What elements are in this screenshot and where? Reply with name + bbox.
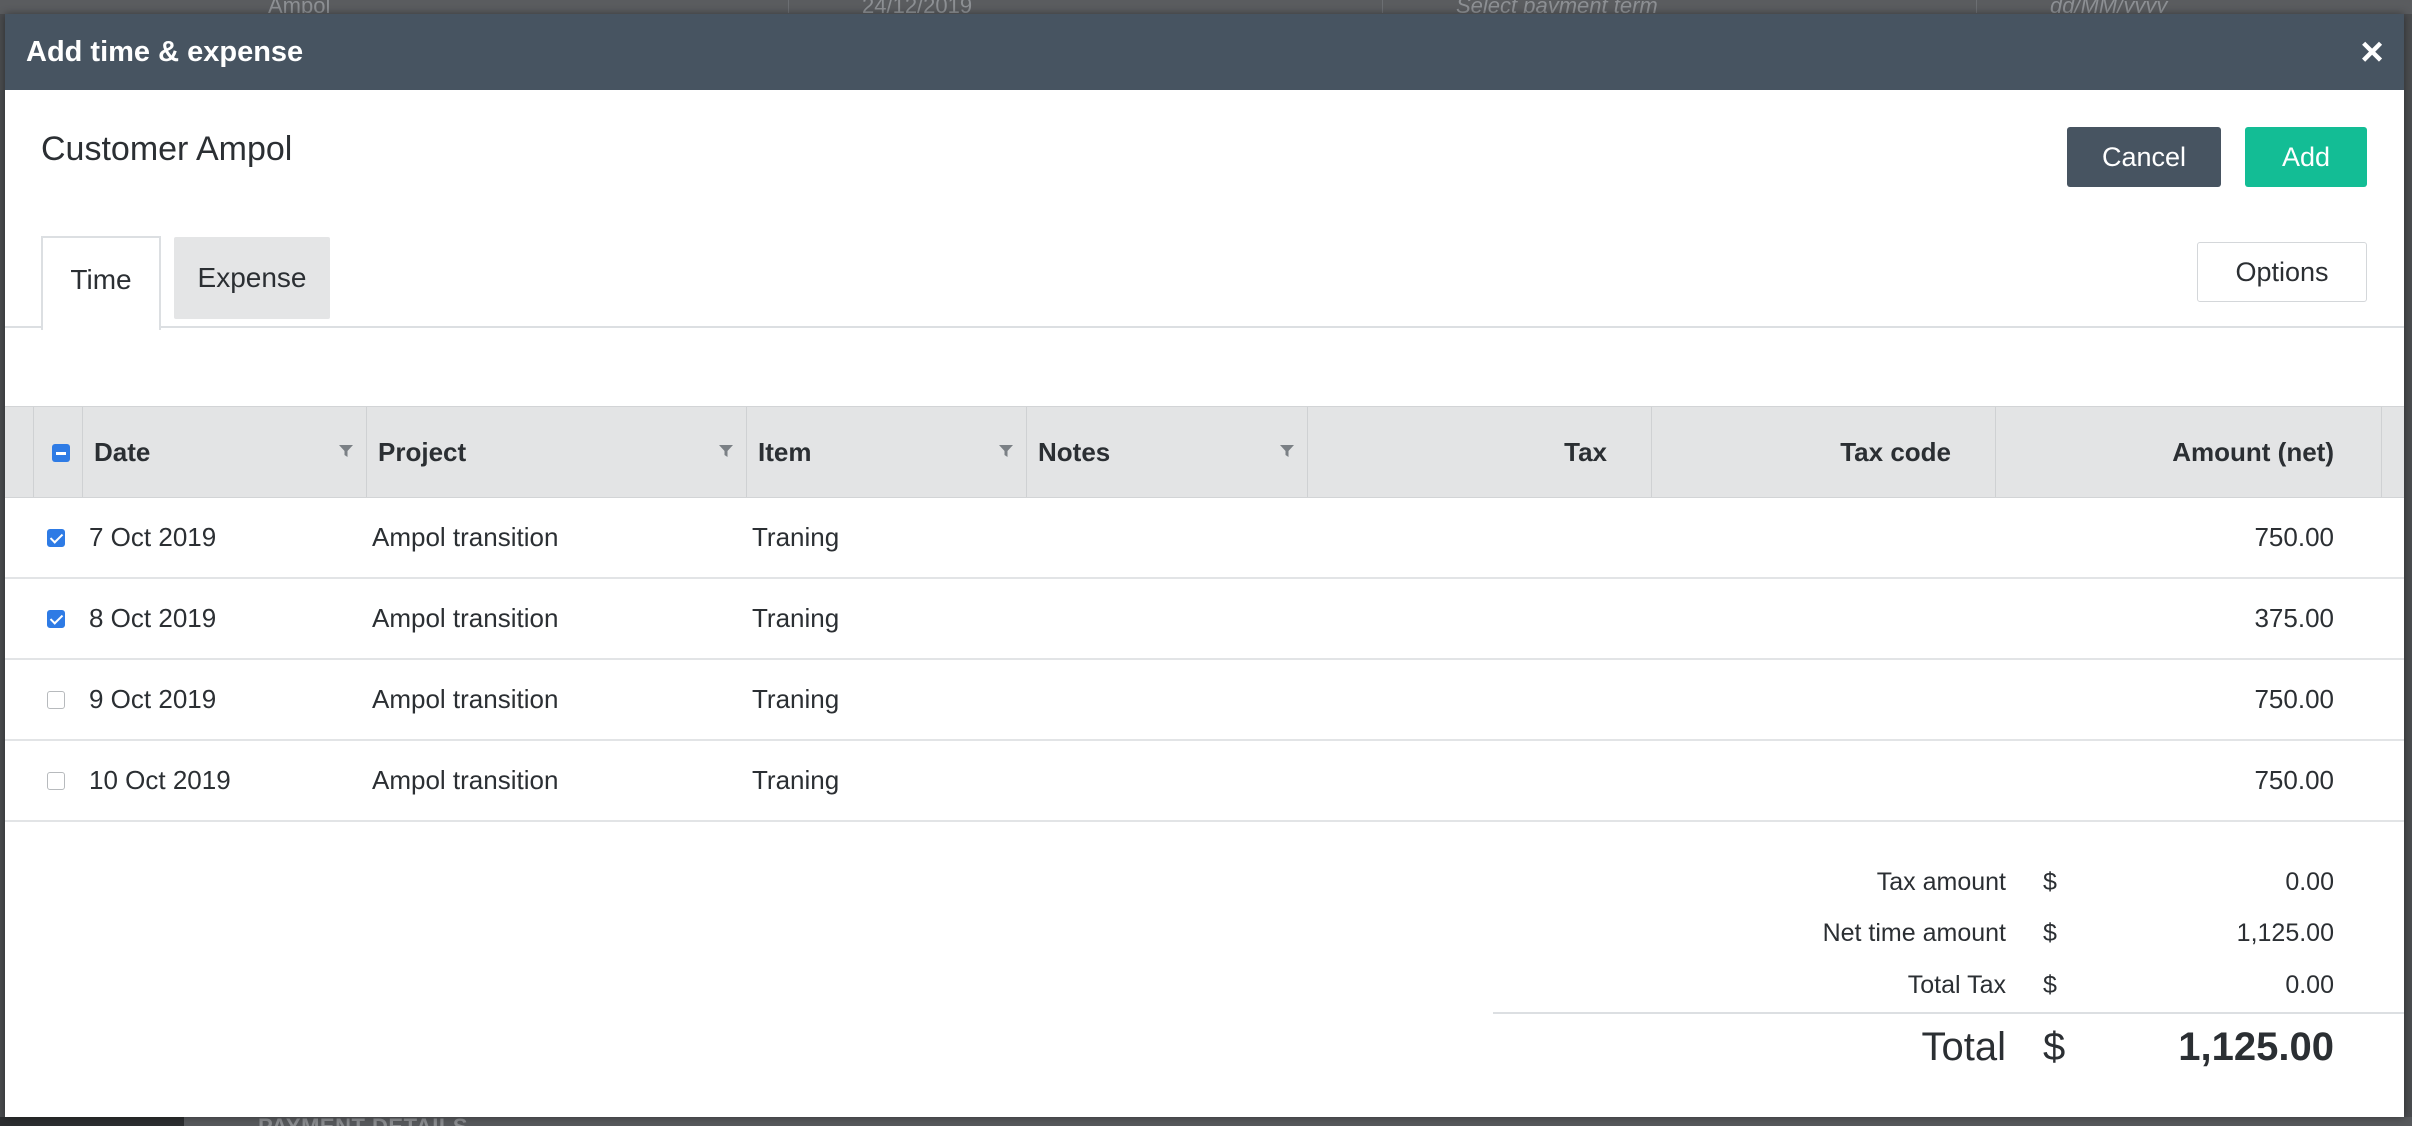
background-form-strip: Ampol 24/12/2019 Select payment term dd/…	[0, 0, 2412, 14]
table-row[interactable]: 9 Oct 2019 Ampol transition Traning 750.…	[5, 660, 2404, 741]
row-amount: 750.00	[2254, 765, 2334, 795]
table-row[interactable]: 8 Oct 2019 Ampol transition Traning 375.…	[5, 579, 2404, 660]
tab-time[interactable]: Time	[41, 236, 161, 330]
net-time-amount-value: 1,125.00	[2236, 919, 2334, 947]
total-tax-label: Total Tax	[1907, 971, 2006, 999]
table-row[interactable]: 10 Oct 2019 Ampol transition Traning 750…	[5, 741, 2404, 822]
column-header-date[interactable]: Date	[83, 407, 367, 497]
column-header-item-label: Item	[758, 437, 812, 467]
total-tax-currency: $	[2043, 971, 2057, 999]
column-header-tax-code[interactable]: Tax code	[1652, 407, 1996, 497]
row-item: Traning	[752, 522, 840, 552]
column-header-amount[interactable]: Amount (net)	[1996, 407, 2382, 497]
row-project: Ampol transition	[372, 684, 559, 714]
row-checkbox[interactable]	[47, 772, 65, 790]
column-header-notes-label: Notes	[1038, 437, 1111, 467]
column-header-tax[interactable]: Tax	[1308, 407, 1652, 497]
column-header-notes[interactable]: Notes	[1027, 407, 1308, 497]
cancel-button[interactable]: Cancel	[2067, 127, 2221, 187]
row-date: 8 Oct 2019	[89, 603, 217, 633]
total-label: Total	[1921, 1025, 2007, 1069]
options-button[interactable]: Options	[2197, 242, 2367, 302]
total-currency: $	[2043, 1025, 2066, 1069]
add-button[interactable]: Add	[2245, 127, 2367, 187]
header-spacer	[5, 407, 34, 497]
row-date: 9 Oct 2019	[89, 684, 217, 714]
table-row[interactable]: 7 Oct 2019 Ampol transition Traning 750.…	[5, 498, 2404, 579]
row-amount: 750.00	[2254, 684, 2334, 714]
select-all-checkbox[interactable]	[52, 444, 70, 462]
row-checkbox[interactable]	[47, 529, 65, 547]
tab-expense[interactable]: Expense	[174, 237, 330, 319]
row-date: 10 Oct 2019	[89, 765, 231, 795]
tax-amount-value: 0.00	[2285, 868, 2334, 896]
tax-amount-label: Tax amount	[1876, 868, 2006, 896]
background-content	[184, 1117, 2412, 1126]
row-project: Ampol transition	[372, 765, 559, 795]
row-checkbox[interactable]	[47, 610, 65, 628]
background-section-heading: PAYMENT DETAILS	[258, 1116, 468, 1126]
filter-icon[interactable]	[338, 443, 354, 459]
total-value: 1,125.00	[2178, 1025, 2334, 1069]
add-time-expense-modal: Add time & expense × Customer Ampol Canc…	[5, 14, 2404, 1117]
filter-icon[interactable]	[998, 443, 1014, 459]
close-icon[interactable]: ×	[2352, 32, 2392, 72]
background-payment-term-field: Select payment term	[1446, 0, 1977, 13]
row-item: Traning	[752, 684, 840, 714]
modal-title: Add time & expense	[26, 36, 304, 68]
row-item: Traning	[752, 765, 840, 795]
totals-divider	[1493, 1012, 2404, 1014]
background-sidebar	[0, 1117, 184, 1126]
filter-icon[interactable]	[718, 443, 734, 459]
total-tax-value: 0.00	[2285, 971, 2334, 999]
tab-divider	[5, 326, 2404, 328]
modal-header: Add time & expense ×	[5, 14, 2404, 90]
tax-amount-currency: $	[2043, 868, 2057, 896]
net-time-amount-label: Net time amount	[1822, 919, 2006, 947]
background-date-field: 24/12/2019	[852, 0, 1383, 13]
table-header: Date Project Item Notes Tax Tax code Amo…	[5, 406, 2404, 498]
column-header-project-label: Project	[378, 437, 467, 467]
row-checkbox[interactable]	[47, 691, 65, 709]
net-time-amount-currency: $	[2043, 919, 2057, 947]
column-header-project[interactable]: Project	[367, 407, 747, 497]
column-header-item[interactable]: Item	[747, 407, 1027, 497]
filter-icon[interactable]	[1279, 443, 1295, 459]
row-amount: 375.00	[2254, 603, 2334, 633]
background-customer-field: Ampol	[258, 0, 789, 13]
header-select-all-cell	[34, 407, 83, 497]
row-project: Ampol transition	[372, 603, 559, 633]
row-item: Traning	[752, 603, 840, 633]
column-header-date-label: Date	[94, 437, 151, 467]
row-date: 7 Oct 2019	[89, 522, 217, 552]
customer-label: Customer Ampol	[41, 130, 293, 168]
background-due-date-field: dd/MM/yyyy	[2050, 0, 2168, 13]
row-amount: 750.00	[2254, 522, 2334, 552]
row-project: Ampol transition	[372, 522, 559, 552]
